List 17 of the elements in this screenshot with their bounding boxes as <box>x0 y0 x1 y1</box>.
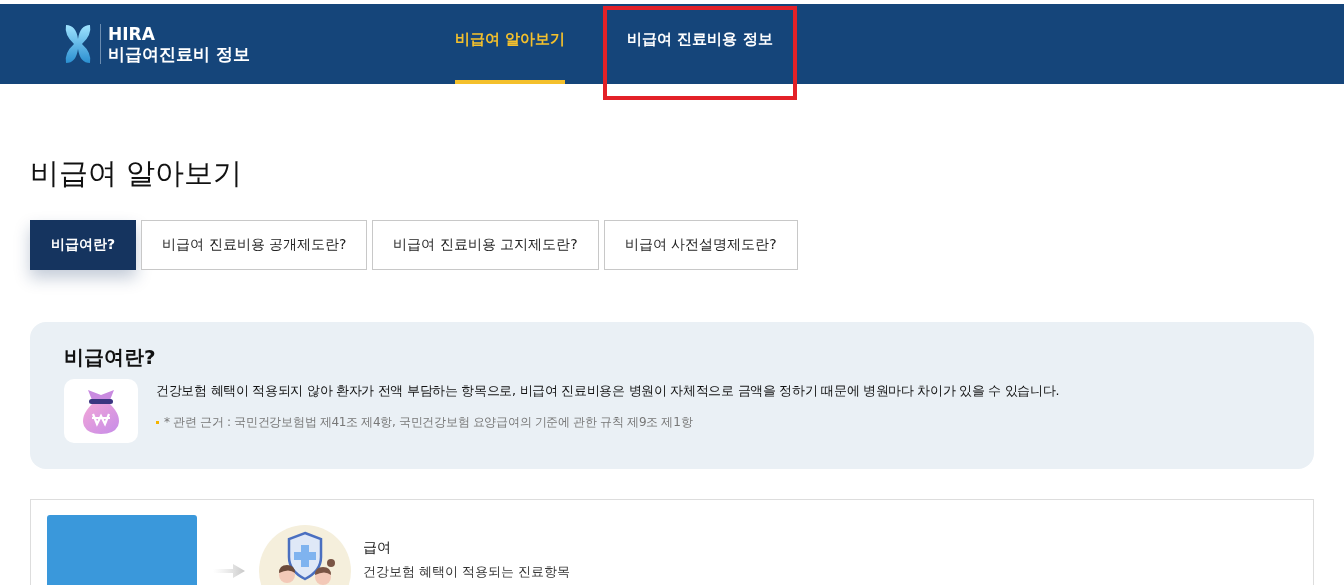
page-title: 비급여 알아보기 <box>30 155 244 192</box>
tab[interactable]: 비급여 사전설명제도란? <box>603 220 798 270</box>
logo-title: HIRA <box>108 24 156 44</box>
info-title: 비급여란? <box>64 344 157 371</box>
logo-subtitle: 비급여진료비 정보 <box>108 44 250 64</box>
tab[interactable]: 비급여 진료비용 공개제도란? <box>141 220 368 270</box>
nav-link[interactable]: 비급여 알아보기 <box>455 4 566 84</box>
tab[interactable]: 비급여란? <box>30 220 137 270</box>
item-title: 급여 <box>363 538 392 557</box>
tab[interactable]: 비급여 진료비용 고지제도란? <box>372 220 599 270</box>
nav-link[interactable]: 비급여 진료비용 정보 <box>627 4 773 84</box>
logo-icon <box>63 23 93 65</box>
note-text: * 관련 근거 : 국민건강보험법 제41조 제4항, 국민건강보험 요양급여의 기준에 관한 규칙 제9조 제1항 <box>164 414 693 431</box>
description-text: 건강보험 혜택이 적용되지 않아 환자가 전액 부담하는 항목으로, 비급여 진료비용은 병원이 자체적으로 금액을 정하기 때문에 병원마다 차이가 있을 수 있습니다. <box>156 383 1060 400</box>
money-bag-icon <box>64 379 138 443</box>
bullet-icon <box>156 421 159 424</box>
item-text: 건강보험 혜택이 적용되는 진료항목 <box>363 563 571 581</box>
